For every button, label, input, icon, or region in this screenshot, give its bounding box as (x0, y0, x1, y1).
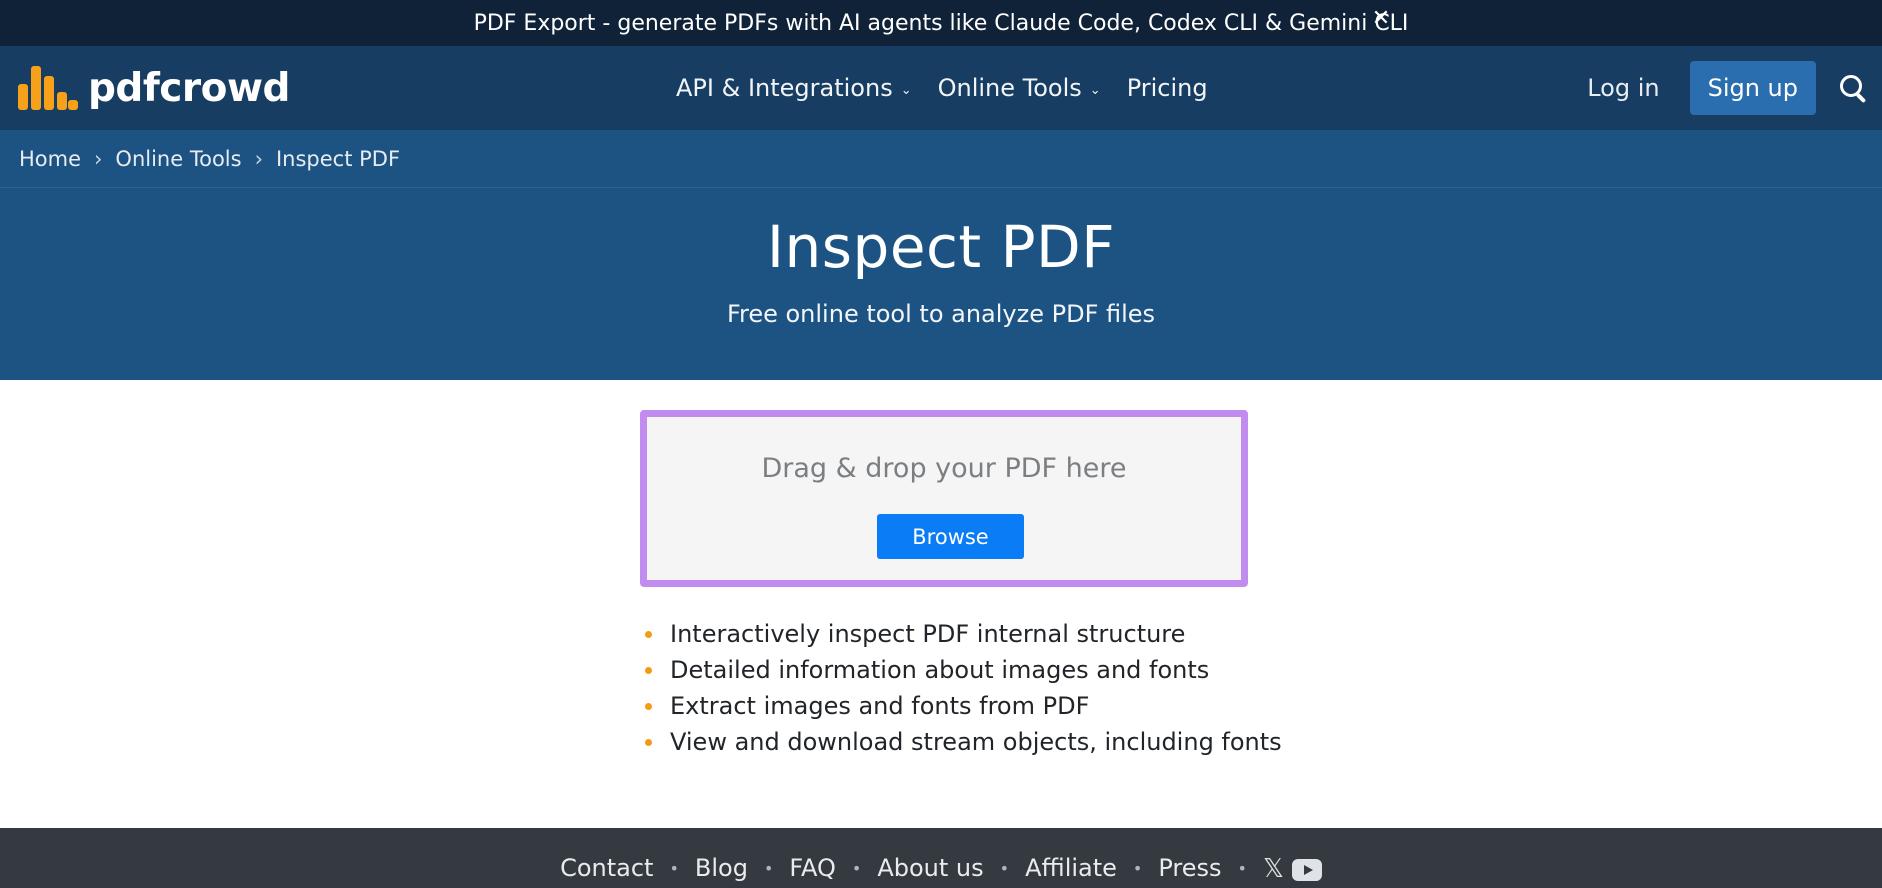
nav-pricing[interactable]: Pricing (1127, 74, 1208, 102)
list-item: Interactively inspect PDF internal struc… (643, 616, 1282, 652)
main-nav: API & Integrations ⌄ Online Tools ⌄ Pric… (676, 68, 1234, 108)
chevron-down-icon: ⌄ (900, 82, 912, 98)
footer-separator: • (999, 859, 1010, 878)
feature-list: Interactively inspect PDF internal struc… (643, 616, 1282, 760)
list-item: Extract images and fonts from PDF (643, 688, 1282, 724)
browse-button[interactable]: Browse (877, 514, 1024, 559)
signup-button[interactable]: Sign up (1689, 61, 1816, 115)
footer-separator: • (1132, 859, 1143, 878)
footer-link-contact[interactable]: Contact (560, 854, 653, 882)
footer-link-faq[interactable]: FAQ (789, 854, 836, 882)
close-icon[interactable]: ✕ (1370, 4, 1392, 34)
footer-link-press[interactable]: Press (1158, 854, 1221, 882)
social-links: 𝕏 (1263, 854, 1322, 884)
breadcrumb-home[interactable]: Home (19, 147, 81, 171)
footer-link-affiliate[interactable]: Affiliate (1025, 854, 1117, 882)
feature-text: Extract images and fonts from PDF (670, 692, 1090, 720)
list-item: Detailed information about images and fo… (643, 652, 1282, 688)
nav-api-integrations[interactable]: API & Integrations ⌄ (676, 74, 912, 102)
login-link[interactable]: Log in (1587, 74, 1659, 102)
breadcrumb-separator: › (254, 146, 263, 171)
bullet-icon (645, 738, 652, 746)
logo[interactable]: pdfcrowd (18, 64, 290, 112)
bullet-icon (645, 666, 652, 674)
list-item: View and download stream objects, includ… (643, 724, 1282, 760)
dropzone-prompt: Drag & drop your PDF here (761, 453, 1127, 484)
announcement-bar: PDF Export - generate PDFs with AI agent… (0, 0, 1882, 46)
footer-separator: • (1237, 859, 1247, 878)
footer-separator: • (669, 859, 679, 878)
breadcrumb-online-tools[interactable]: Online Tools (115, 147, 241, 171)
breadcrumb-current: Inspect PDF (275, 146, 401, 171)
x-icon[interactable]: 𝕏 (1263, 854, 1284, 884)
announcement-text[interactable]: PDF Export - generate PDFs with AI agent… (474, 11, 1409, 36)
footer: Contact • Blog • FAQ • About us • Affili… (0, 828, 1882, 888)
nav-link-label: Online Tools (937, 74, 1082, 102)
search-icon[interactable] (1838, 73, 1868, 103)
breadcrumb: Home › Online Tools › Inspect PDF (0, 130, 1882, 188)
bullet-icon (645, 702, 652, 710)
footer-separator: • (851, 859, 862, 878)
hero: Inspect PDF Free online tool to analyze … (0, 188, 1882, 380)
bar-chart-logo-icon (18, 66, 78, 110)
youtube-icon[interactable] (1291, 859, 1322, 881)
feature-text: Interactively inspect PDF internal struc… (670, 620, 1186, 648)
feature-text: View and download stream objects, includ… (670, 728, 1282, 756)
nav-link-label: API & Integrations (676, 74, 893, 102)
footer-link-about[interactable]: About us (877, 854, 983, 882)
bullet-icon (645, 630, 652, 638)
page-title: Inspect PDF (766, 213, 1116, 281)
logo-text: pdfcrowd (88, 65, 290, 111)
footer-separator: • (763, 859, 774, 878)
nav-online-tools[interactable]: Online Tools ⌄ (938, 74, 1101, 102)
nav-actions: Log in Sign up (1587, 61, 1868, 115)
page-subtitle: Free online tool to analyze PDF files (726, 300, 1156, 328)
breadcrumb-separator: › (94, 146, 103, 171)
chevron-down-icon: ⌄ (1089, 82, 1101, 98)
feature-text: Detailed information about images and fo… (670, 656, 1210, 684)
navbar: pdfcrowd API & Integrations ⌄ Online Too… (0, 46, 1882, 130)
file-dropzone[interactable]: Drag & drop your PDF here Browse (640, 410, 1248, 587)
nav-link-label: Pricing (1126, 74, 1208, 102)
footer-link-blog[interactable]: Blog (695, 854, 748, 882)
